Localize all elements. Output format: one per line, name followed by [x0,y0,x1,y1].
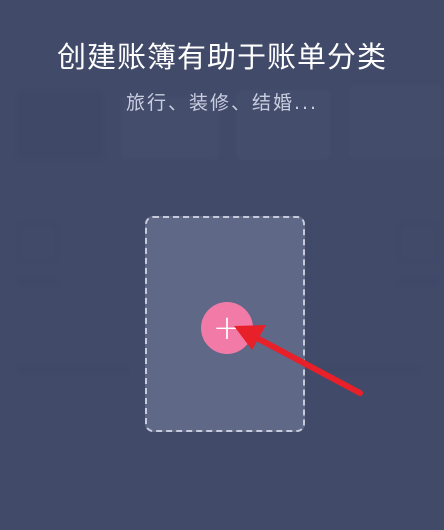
guide-title: 创建账簿有助于账单分类 [56,40,387,74]
plus-icon: + [212,308,242,348]
guide-subtitle: 旅行、装修、结婚... [125,92,319,114]
account-book-guide-screen: 创建账簿有助于账单分类 旅行、装修、结婚... + [0,0,444,530]
add-account-book-button[interactable]: + [201,302,253,354]
